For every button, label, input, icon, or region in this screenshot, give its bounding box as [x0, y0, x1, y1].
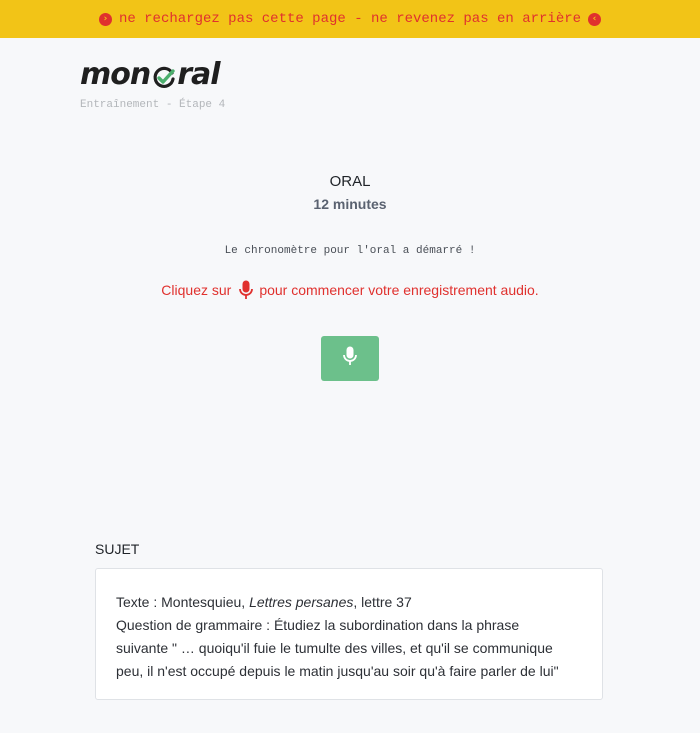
logo-text-mon: mon [80, 57, 151, 92]
oral-title: ORAL [329, 173, 371, 190]
recording-instruction: Cliquez sur pour commencer votre enregis… [0, 280, 700, 300]
logo: mon ral [80, 57, 221, 92]
instruction-text-after: pour commencer votre enregistrement audi… [259, 282, 539, 298]
sujet-text-prefix: Texte : Montesquieu, [116, 594, 250, 610]
start-recording-button[interactable] [321, 336, 379, 381]
sujet-text-line: Texte : Montesquieu, Lettres persanes, l… [116, 591, 582, 614]
sujet-card: Texte : Montesquieu, Lettres persanes, l… [95, 568, 603, 700]
sujet-heading: SUJET [95, 541, 140, 557]
instruction-text-before: Cliquez sur [161, 282, 232, 298]
chevron-right-circle-icon: › [98, 12, 112, 26]
oral-duration: 12 minutes [313, 196, 387, 212]
sujet-text-title: Lettres persanes [249, 594, 354, 610]
step-subtitle: Entraînement - Étape 4 [80, 99, 226, 111]
sujet-question-line-1: Question de grammaire : Étudiez la subor… [116, 617, 520, 633]
chrono-message: Le chronomètre pour l'oral a démarré ! [224, 245, 476, 257]
warning-banner-text: ne rechargez pas cette page - ne revenez… [118, 11, 582, 27]
chevron-left-circle-icon: ‹ [588, 12, 602, 26]
warning-banner: › ne rechargez pas cette page - ne reven… [0, 0, 700, 38]
sujet-question-line-3: peu, il n'est occupé depuis le matin jus… [116, 663, 559, 679]
microphone-icon [343, 346, 357, 371]
logo-text-ral: ral [177, 57, 220, 92]
check-circle-icon [152, 66, 176, 90]
sujet-text-suffix: , lettre 37 [353, 594, 412, 610]
microphone-icon [239, 280, 254, 300]
sujet-question-line-2: suivante " … quoiqu'il fuie le tumulte d… [116, 640, 553, 656]
